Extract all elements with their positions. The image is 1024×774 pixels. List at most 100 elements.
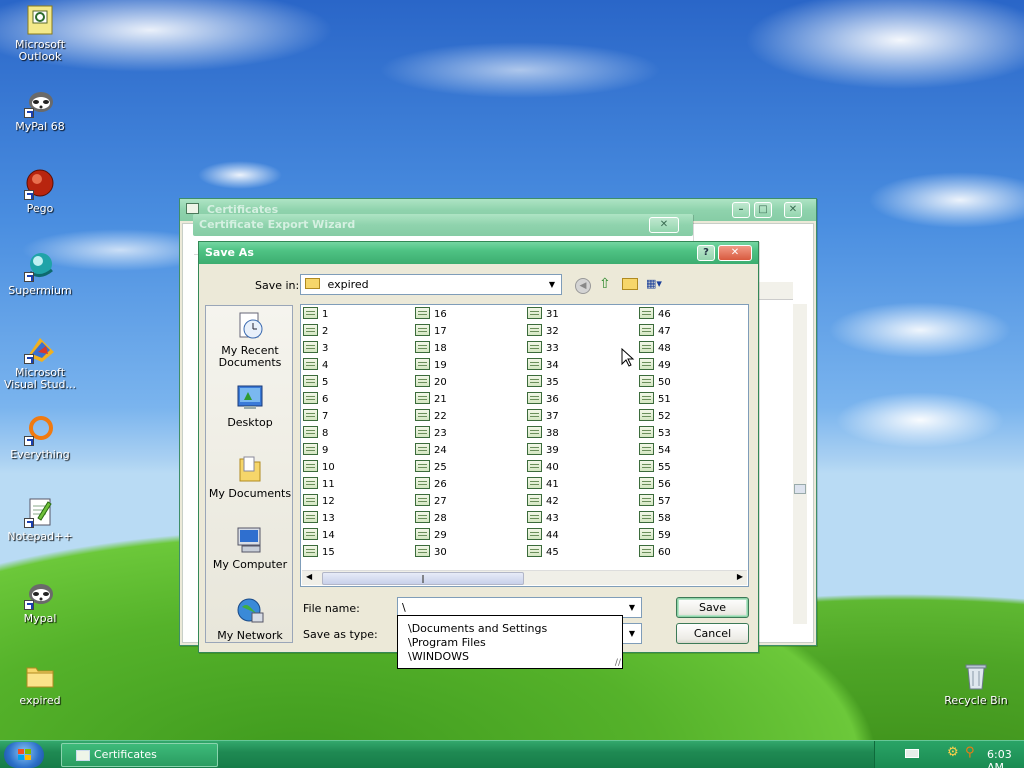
file-item[interactable]: 60 — [639, 545, 671, 561]
file-item[interactable]: 5 — [303, 375, 328, 391]
file-item[interactable]: 26 — [415, 477, 447, 493]
file-item[interactable]: 31 — [527, 307, 559, 323]
mmc-scroll-thumb[interactable] — [794, 484, 806, 494]
save-as-dialog[interactable]: Save As ? ✕ Save in: expired ▼ ◀ ⇧ ▦▾ My… — [198, 241, 759, 653]
file-item[interactable]: 42 — [527, 494, 559, 510]
autocomplete-item[interactable]: \Documents and Settings — [398, 622, 622, 636]
file-item[interactable]: 10 — [303, 460, 335, 476]
file-item[interactable]: 53 — [639, 426, 671, 442]
file-item[interactable]: 33 — [527, 341, 559, 357]
file-item[interactable]: 21 — [415, 392, 447, 408]
wizard-close-button[interactable]: ✕ — [649, 217, 679, 233]
file-item[interactable]: 39 — [527, 443, 559, 459]
close-button[interactable]: ✕ — [718, 245, 752, 261]
taskbar-item-certificates[interactable]: Certificates — [61, 743, 218, 767]
place-desktop[interactable]: Desktop — [206, 382, 294, 429]
file-item[interactable]: 24 — [415, 443, 447, 459]
file-item[interactable]: 56 — [639, 477, 671, 493]
maximize-button[interactable]: □ — [754, 202, 772, 218]
minimize-button[interactable]: – — [732, 202, 750, 218]
keyboard-icon[interactable] — [905, 749, 919, 758]
file-item[interactable]: 38 — [527, 426, 559, 442]
place-my-recent-documents[interactable]: My Recent Documents — [206, 310, 294, 369]
file-item[interactable]: 19 — [415, 358, 447, 374]
file-item[interactable]: 57 — [639, 494, 671, 510]
file-item[interactable]: 28 — [415, 511, 447, 527]
file-item[interactable]: 37 — [527, 409, 559, 425]
network-icon[interactable]: ⚙ — [947, 745, 959, 760]
file-item[interactable]: 18 — [415, 341, 447, 357]
close-button[interactable]: ✕ — [784, 202, 802, 218]
hscroll-thumb[interactable]: ‖ — [322, 572, 524, 585]
cancel-button[interactable]: Cancel — [676, 623, 749, 644]
scroll-right-icon[interactable]: ▶ — [737, 572, 743, 581]
file-item[interactable]: 4 — [303, 358, 328, 374]
up-folder-icon[interactable]: ⇧ — [599, 276, 611, 292]
file-item[interactable]: 27 — [415, 494, 447, 510]
views-menu-icon[interactable]: ▦▾ — [646, 277, 668, 292]
autocomplete-dropdown[interactable]: \Documents and Settings \Program Files \… — [397, 615, 623, 669]
file-item[interactable]: 46 — [639, 307, 671, 323]
desktop-icon-supermium[interactable]: Supermium — [2, 250, 78, 297]
file-item[interactable]: 35 — [527, 375, 559, 391]
new-folder-icon[interactable] — [622, 278, 638, 290]
file-item[interactable]: 58 — [639, 511, 671, 527]
file-item[interactable]: 22 — [415, 409, 447, 425]
file-item[interactable]: 54 — [639, 443, 671, 459]
start-button[interactable] — [4, 742, 44, 768]
file-item[interactable]: 13 — [303, 511, 335, 527]
file-item[interactable]: 52 — [639, 409, 671, 425]
desktop-icon-recycle-bin[interactable]: Recycle Bin — [938, 660, 1014, 707]
file-item[interactable]: 41 — [527, 477, 559, 493]
file-item[interactable]: 48 — [639, 341, 671, 357]
file-item[interactable]: 32 — [527, 324, 559, 340]
file-item[interactable]: 59 — [639, 528, 671, 544]
file-item[interactable]: 1 — [303, 307, 328, 323]
file-item[interactable]: 43 — [527, 511, 559, 527]
file-item[interactable]: 25 — [415, 460, 447, 476]
file-item[interactable]: 17 — [415, 324, 447, 340]
file-item[interactable]: 2 — [303, 324, 328, 340]
desktop-icon-visual-studio[interactable]: Microsoft Visual Stud... — [2, 332, 78, 391]
file-item[interactable]: 34 — [527, 358, 559, 374]
desktop-icon-outlook[interactable]: Microsoft Outlook — [2, 4, 78, 63]
file-list-hscrollbar[interactable]: ◀ ‖ ▶ — [302, 570, 747, 585]
scroll-left-icon[interactable]: ◀ — [306, 572, 312, 581]
file-item[interactable]: 9 — [303, 443, 328, 459]
file-item[interactable]: 49 — [639, 358, 671, 374]
file-list[interactable]: ◀ ‖ ▶ 1 2 3 4 5 6 7 8 9 10 11 12 13 14 15 16 17 18 19 20 21 2… — [300, 304, 749, 587]
autocomplete-item[interactable]: \Program Files — [398, 636, 622, 650]
file-item[interactable]: 15 — [303, 545, 335, 561]
place-my-documents[interactable]: My Documents — [206, 453, 294, 500]
file-item[interactable]: 44 — [527, 528, 559, 544]
back-icon[interactable]: ◀ — [575, 278, 591, 294]
desktop-icon-mypal68[interactable]: MyPal 68 — [2, 86, 78, 133]
file-item[interactable]: 3 — [303, 341, 328, 357]
file-item[interactable]: 55 — [639, 460, 671, 476]
file-item[interactable]: 51 — [639, 392, 671, 408]
save-in-combo[interactable]: expired ▼ — [300, 274, 562, 295]
file-item[interactable]: 30 — [415, 545, 447, 561]
file-item[interactable]: 36 — [527, 392, 559, 408]
place-my-network[interactable]: My Network — [206, 595, 294, 642]
file-item[interactable]: 47 — [639, 324, 671, 340]
file-item[interactable]: 16 — [415, 307, 447, 323]
file-item[interactable]: 23 — [415, 426, 447, 442]
file-item[interactable]: 12 — [303, 494, 335, 510]
desktop-icon-pego[interactable]: Pego — [2, 168, 78, 215]
file-item[interactable]: 29 — [415, 528, 447, 544]
file-item[interactable]: 45 — [527, 545, 559, 561]
save-button[interactable]: Save — [676, 597, 749, 618]
file-item[interactable]: 7 — [303, 409, 328, 425]
file-item[interactable]: 8 — [303, 426, 328, 442]
place-my-computer[interactable]: My Computer — [206, 524, 294, 571]
desktop-icon-expired-folder[interactable]: expired — [2, 660, 78, 707]
file-item[interactable]: 20 — [415, 375, 447, 391]
file-item[interactable]: 50 — [639, 375, 671, 391]
export-wizard-titlebar[interactable]: Certificate Export Wizard ✕ — [193, 214, 693, 236]
desktop-icon-everything[interactable]: Everything — [2, 414, 78, 461]
file-item[interactable]: 6 — [303, 392, 328, 408]
resize-grip-icon[interactable]: ∕∕ — [615, 658, 621, 668]
clock[interactable]: 6:03 AM — [987, 748, 1024, 774]
help-button[interactable]: ? — [697, 245, 715, 261]
